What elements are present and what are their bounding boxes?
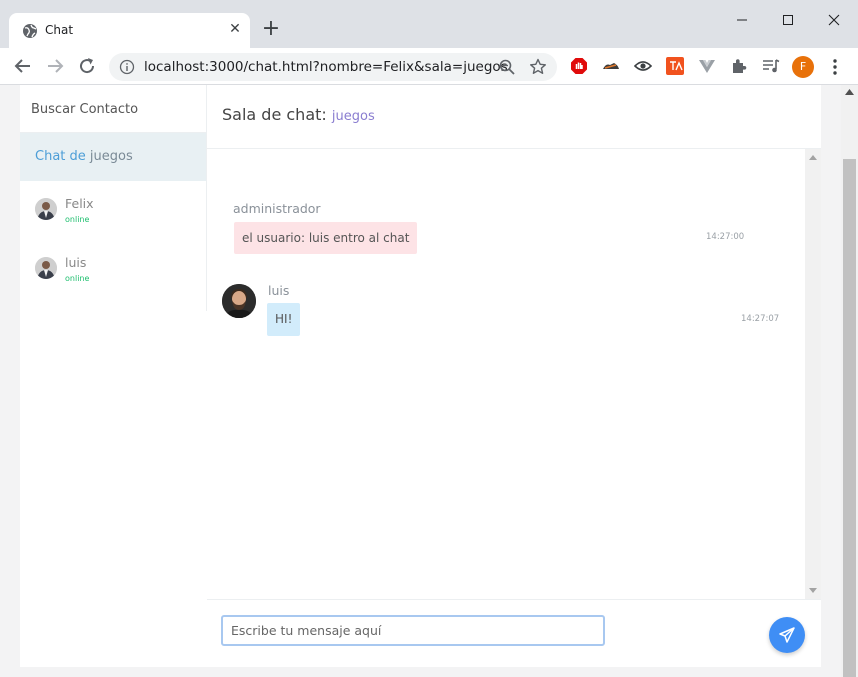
messages-panel: administrador el usuario: luis entro al … [207, 149, 805, 599]
chat-room-label: Sala de chat: [222, 105, 327, 124]
chat-header: Sala de chat: juegos [207, 85, 821, 149]
room-name: juegos [89, 149, 133, 164]
sender-avatar [222, 284, 256, 318]
page-scroll-thumb[interactable] [843, 159, 856, 677]
browser-menu-icon[interactable] [828, 56, 842, 78]
address-bar[interactable]: localhost:3000/chat.html?nombre=Felix&sa… [109, 53, 557, 81]
message-input[interactable] [221, 615, 605, 646]
minimize-window-icon[interactable] [728, 8, 756, 32]
page-viewport: Buscar Contacto Chat de juegos Felix onl… [0, 85, 858, 677]
vue-devtools-icon[interactable] [698, 57, 716, 75]
user-avatar-icon [35, 198, 57, 220]
adblock-extension-icon[interactable] [570, 57, 588, 75]
browser-toolbar: localhost:3000/chat.html?nombre=Felix&sa… [0, 48, 858, 85]
bookmark-star-icon[interactable] [528, 57, 548, 77]
zoom-out-icon[interactable] [498, 58, 516, 76]
search-contact-label[interactable]: Buscar Contacto [20, 85, 206, 133]
site-info-icon[interactable] [119, 59, 135, 75]
room-chat-item[interactable]: Chat de juegos [20, 133, 206, 181]
contact-item-felix[interactable]: Felix online [20, 191, 206, 235]
eye-extension-icon[interactable] [634, 57, 652, 75]
forward-arrow-icon[interactable] [43, 54, 67, 78]
globe-icon [23, 24, 37, 38]
message-time: 14:27:07 [741, 314, 780, 324]
back-arrow-icon[interactable] [11, 54, 35, 78]
translate-extension-icon[interactable] [666, 57, 684, 75]
user-avatar [35, 257, 57, 279]
message-composer [207, 599, 821, 667]
contact-name: luis [65, 255, 87, 270]
tab-close-icon[interactable]: ✕ [226, 20, 244, 38]
scroll-down-arrow-icon[interactable] [809, 588, 817, 593]
maximize-window-icon[interactable] [774, 8, 802, 32]
scroll-up-arrow-icon[interactable] [809, 155, 817, 160]
page-scrollbar[interactable] [841, 85, 858, 677]
extensions-puzzle-icon[interactable] [730, 57, 748, 75]
shoe-extension-icon[interactable] [602, 57, 620, 75]
new-tab-plus-icon[interactable]: + [260, 18, 282, 41]
url-text: localhost:3000/chat.html?nombre=Felix&sa… [144, 59, 508, 75]
user-avatar [35, 198, 57, 220]
contacts-sidebar: Buscar Contacto Chat de juegos Felix onl… [20, 85, 207, 311]
profile-avatar-button[interactable]: F [792, 56, 814, 78]
media-control-icon[interactable] [762, 57, 780, 75]
messages-scrollbar[interactable] [805, 149, 821, 599]
paper-plane-icon [779, 627, 795, 643]
online-status: online [65, 274, 90, 283]
system-message-bubble: el usuario: luis entro al chat [234, 222, 418, 254]
chat-room-name: juegos [331, 109, 375, 124]
message-time: 14:27:00 [706, 232, 745, 242]
close-window-icon[interactable] [820, 8, 848, 32]
sender-avatar-icon [222, 284, 256, 318]
message-bubble: HI! [267, 303, 301, 336]
browser-titlebar: Chat ✕ + [0, 0, 858, 48]
reload-icon[interactable] [75, 54, 99, 78]
online-status: online [65, 215, 90, 224]
message-sender: administrador [233, 201, 321, 216]
room-prefix: Chat de [35, 149, 90, 164]
contact-item-luis[interactable]: luis online [20, 250, 206, 294]
tab-title: Chat [45, 23, 74, 37]
browser-tab[interactable]: Chat ✕ [9, 13, 250, 48]
send-button[interactable] [769, 617, 805, 653]
message-sender: luis [268, 283, 290, 298]
contact-name: Felix [65, 196, 94, 211]
chat-app: Buscar Contacto Chat de juegos Felix onl… [20, 85, 821, 667]
user-avatar-icon [35, 257, 57, 279]
page-scroll-up-arrow-icon[interactable] [845, 89, 854, 95]
